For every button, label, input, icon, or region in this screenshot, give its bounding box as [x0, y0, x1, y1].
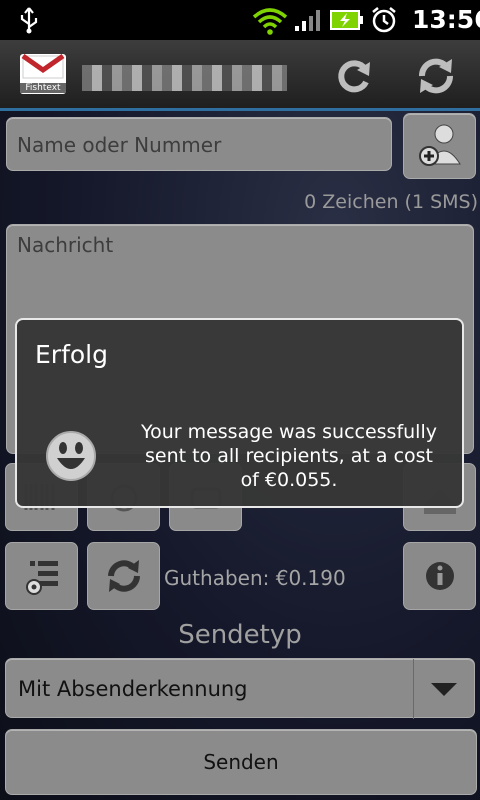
character-count: 0 Zeichen (1 SMS): [304, 191, 478, 213]
app-logo: Fishtext: [20, 54, 66, 94]
app-title-bar: Fishtext: [0, 40, 480, 111]
dialog-message: Your message was successfully sent to al…: [140, 421, 437, 491]
list-settings-button[interactable]: [5, 542, 78, 610]
sync-icon[interactable]: [332, 54, 376, 98]
add-contact-button[interactable]: [403, 113, 476, 179]
alarm-icon: [372, 7, 396, 33]
dropdown-arrow[interactable]: [413, 659, 474, 719]
battery-charging-icon: [330, 10, 363, 30]
list-gear-icon: [26, 561, 58, 595]
logo-text: Fishtext: [20, 83, 66, 93]
reload-balance-button[interactable]: [87, 542, 160, 610]
chevron-down-icon: [431, 683, 457, 696]
info-button[interactable]: [403, 542, 476, 610]
success-dialog: Erfolg Your message was successfully sen…: [15, 318, 464, 508]
send-type-selected: Mit Absenderkennung: [18, 677, 248, 701]
wifi-icon: [252, 8, 288, 35]
recipient-input[interactable]: Name oder Nummer: [6, 117, 392, 171]
reload-icon: [108, 560, 140, 592]
status-bar: 13:56: [0, 0, 480, 40]
signal-icon: [295, 10, 320, 31]
envelope-icon: [21, 54, 65, 79]
add-contact-icon: [419, 124, 461, 166]
happy-face-icon: [46, 431, 96, 481]
send-type-heading: Sendetyp: [178, 620, 302, 650]
info-icon: [426, 562, 454, 590]
balance-label: Guthaben: €0.190: [164, 566, 346, 590]
status-clock: 13:56: [412, 5, 480, 34]
dialog-title: Erfolg: [35, 340, 108, 369]
account-name-redacted: [82, 65, 287, 91]
usb-icon: [20, 7, 38, 34]
send-type-select[interactable]: Mit Absenderkennung: [5, 658, 475, 719]
send-button[interactable]: Senden: [5, 729, 477, 795]
refresh-icon[interactable]: [414, 54, 458, 98]
